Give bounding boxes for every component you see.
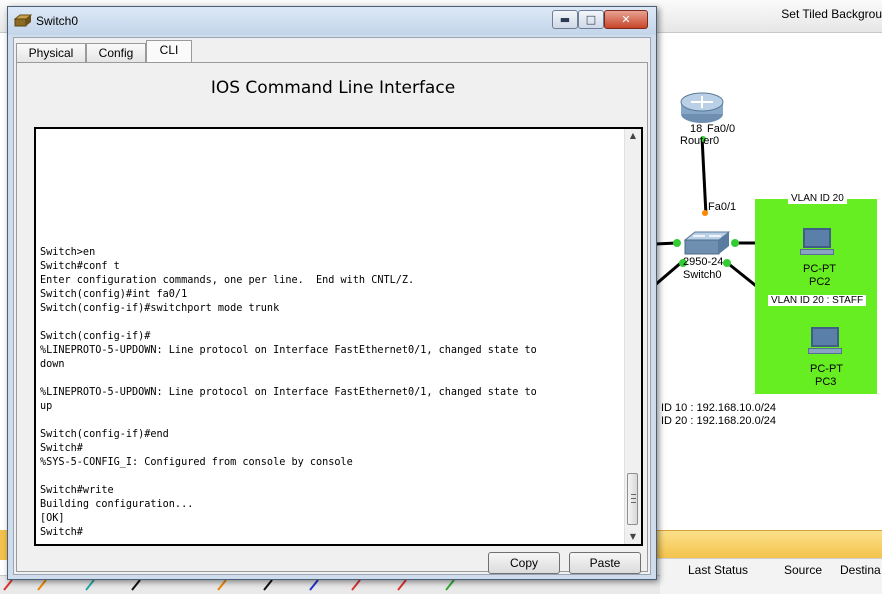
router-port-label: Fa0/0 bbox=[707, 123, 736, 135]
realtime-bar bbox=[655, 530, 882, 559]
terminal-scrollbar[interactable]: ▲ ▼ bbox=[624, 129, 641, 544]
column-source[interactable]: Source bbox=[784, 563, 822, 577]
set-tiled-background-button[interactable]: Set Tiled Backgrou bbox=[781, 7, 882, 21]
switch-model: 2950-24 bbox=[683, 256, 724, 268]
tab-physical[interactable]: Physical bbox=[16, 43, 86, 62]
cli-terminal[interactable]: Switch>en Switch#conf t Enter configurat… bbox=[34, 127, 643, 546]
switch-name: Switch0 bbox=[683, 269, 722, 281]
scroll-up-arrow-icon[interactable]: ▲ bbox=[625, 129, 641, 143]
vlan10-note: ID 10 : 192.168.10.0/24 bbox=[661, 402, 776, 414]
minimize-button[interactable]: ▬ bbox=[552, 10, 578, 29]
router-name: Router0 bbox=[680, 135, 720, 147]
vlan-box-label: VLAN ID 20 bbox=[788, 193, 847, 204]
window-titlebar[interactable]: Switch0 ▬ □ ✕ bbox=[8, 7, 656, 35]
vlan20-note: ID 20 : 192.168.20.0/24 bbox=[661, 415, 776, 427]
router-icon[interactable] bbox=[679, 90, 725, 124]
column-last-status[interactable]: Last Status bbox=[688, 563, 748, 577]
switch-port-label: Fa0/1 bbox=[708, 201, 737, 213]
cli-heading: IOS Command Line Interface bbox=[210, 78, 456, 98]
column-destination[interactable]: Destina bbox=[840, 563, 881, 577]
maximize-icon: □ bbox=[585, 13, 597, 26]
pc3-type: PC-PT bbox=[810, 363, 843, 375]
close-button[interactable]: ✕ bbox=[604, 10, 648, 29]
pc2-name: PC2 bbox=[809, 276, 831, 288]
pdu-list-header: Last Status Source Destina bbox=[655, 558, 882, 594]
window-client-area: Physical Config CLI IOS Command Line Int… bbox=[13, 37, 651, 575]
scroll-down-arrow-icon[interactable]: ▼ bbox=[625, 530, 641, 544]
minimize-icon: ▬ bbox=[559, 13, 571, 26]
tab-cli[interactable]: CLI bbox=[146, 40, 192, 63]
terminal-output[interactable]: Switch>en Switch#conf t Enter configurat… bbox=[40, 246, 625, 540]
switch-device-window: Switch0 ▬ □ ✕ Physical Config CLI IOS Co… bbox=[7, 6, 657, 580]
vlan-staff-label: VLAN ID 20 : STAFF bbox=[768, 295, 867, 306]
paste-button[interactable]: Paste bbox=[569, 552, 641, 574]
tab-config[interactable]: Config bbox=[86, 43, 146, 62]
copy-button[interactable]: Copy bbox=[488, 552, 560, 574]
pc3-icon[interactable] bbox=[808, 327, 842, 357]
pc3-name: PC3 bbox=[815, 376, 837, 388]
router-number: 18 bbox=[690, 123, 703, 135]
maximize-button[interactable]: □ bbox=[578, 10, 604, 29]
window-title: Switch0 bbox=[36, 14, 79, 28]
pc2-type: PC-PT bbox=[803, 263, 836, 275]
pc2-icon[interactable] bbox=[800, 228, 834, 258]
scroll-thumb[interactable] bbox=[627, 473, 638, 525]
switch-app-icon bbox=[14, 14, 32, 27]
close-icon: ✕ bbox=[621, 13, 631, 26]
